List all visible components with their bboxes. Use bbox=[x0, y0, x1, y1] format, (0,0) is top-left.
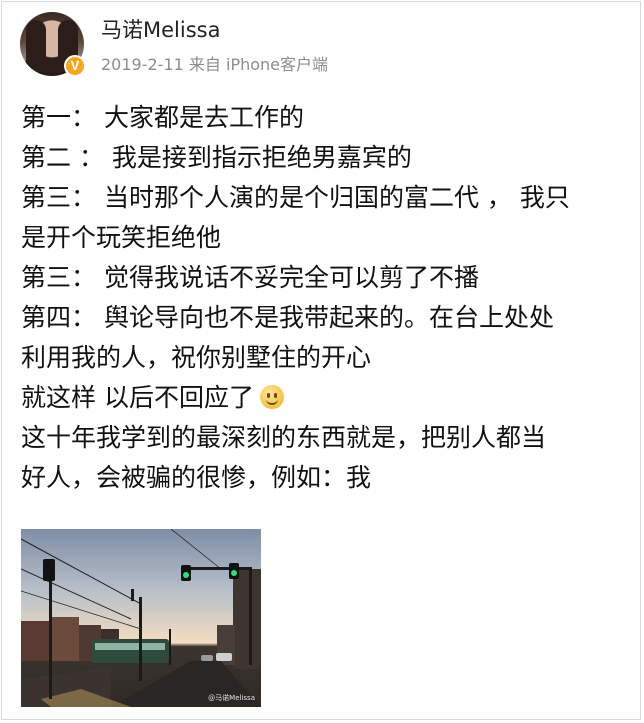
post-line: 第三： 当时那个人演的是个归国的富二代 ， 我只 bbox=[21, 183, 570, 212]
post-line: 这十年我学到的最深刻的东西就是，把别人都当 bbox=[21, 423, 547, 452]
post-line: 好人，会被骗的很惨，例如：我 bbox=[21, 463, 372, 492]
post-line-with-emoji: 就这样 以后不回应了 bbox=[21, 378, 621, 418]
post-line: 是开个玩笑拒绝他 bbox=[21, 223, 222, 252]
post-line: 第二 ： 我是接到指示拒绝男嘉宾的 bbox=[21, 143, 412, 172]
smiley-emoji-icon bbox=[259, 385, 284, 409]
street-scene-graphic bbox=[21, 529, 261, 707]
verified-badge-icon: V bbox=[64, 55, 86, 77]
username-link[interactable]: 马诺Melissa bbox=[101, 14, 220, 44]
avatar-hair-left bbox=[26, 20, 46, 74]
post-line: 第四： 舆论导向也不是我带起来的。在台上处处 bbox=[21, 303, 554, 332]
post-meta: 2019-2-11 来自 iPhone客户端 bbox=[101, 51, 328, 75]
post-source: 来自 iPhone客户端 bbox=[188, 55, 329, 74]
post-line: 第三： 觉得我说话不妥完全可以剪了不播 bbox=[21, 263, 479, 292]
photo-watermark: @马诺Melissa bbox=[208, 694, 255, 702]
post-text: 第一： 大家都是去工作的 第二 ： 我是接到指示拒绝男嘉宾的 第三： 当时那个人… bbox=[21, 98, 621, 498]
post-line: 第一： 大家都是去工作的 bbox=[21, 103, 304, 132]
post-line-text: 就这样 以后不回应了 bbox=[21, 383, 254, 412]
post-date: 2019-2-11 bbox=[101, 55, 184, 74]
post-photo[interactable]: @马诺Melissa bbox=[21, 529, 261, 707]
post-line: 利用我的人，祝你别墅住的开心 bbox=[21, 343, 372, 372]
